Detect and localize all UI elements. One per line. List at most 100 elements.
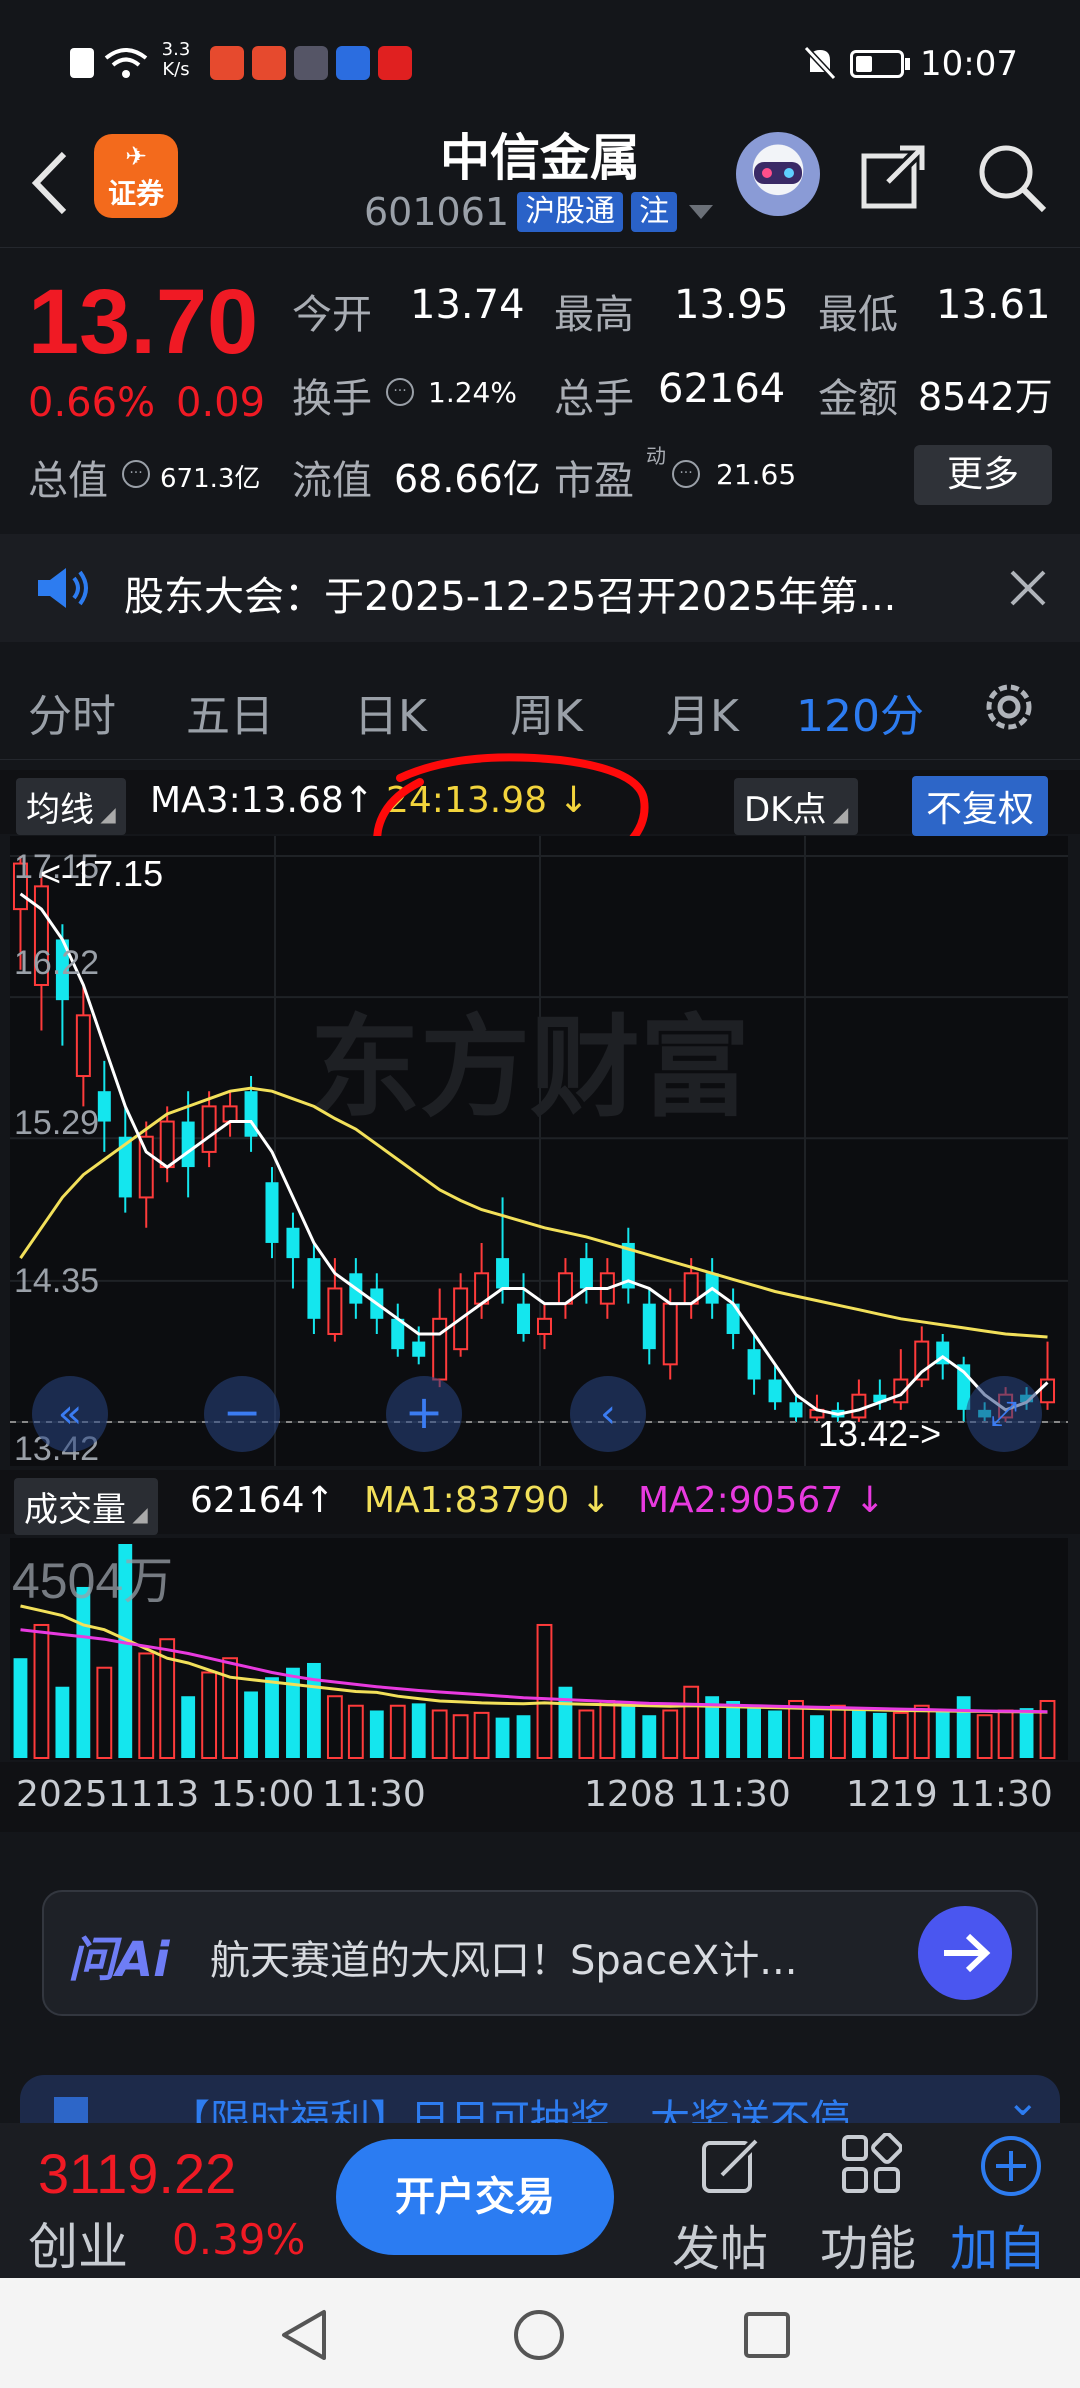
volume-bar-down bbox=[768, 1710, 782, 1758]
volume-bar-down bbox=[76, 1586, 91, 1758]
mute-icon bbox=[803, 45, 837, 81]
volume-bar-down bbox=[872, 1712, 887, 1758]
net-speed: 3.3 K/s bbox=[158, 40, 194, 80]
nav-recents-icon[interactable] bbox=[742, 2310, 792, 2360]
volume-bar-up bbox=[599, 1699, 616, 1759]
volume-bar-down bbox=[810, 1715, 824, 1758]
ai-send-button[interactable] bbox=[918, 1906, 1012, 2000]
candle-down bbox=[97, 1091, 111, 1122]
post-label[interactable]: 发帖 bbox=[672, 2209, 768, 2279]
volume-label: 总手 bbox=[554, 376, 634, 422]
share-icon[interactable] bbox=[858, 140, 930, 212]
promo-icon bbox=[54, 2097, 88, 2123]
more-button[interactable]: 更多 bbox=[914, 445, 1052, 505]
stock-code: 601061 bbox=[364, 190, 510, 234]
volume-bar-down bbox=[558, 1686, 573, 1758]
robot-assistant-icon[interactable] bbox=[736, 132, 820, 216]
tab-monthly-k[interactable]: 月K bbox=[666, 680, 739, 744]
info-icon[interactable]: ··· bbox=[386, 378, 414, 406]
notice-banner[interactable]: 股东大会：于2025-12-25召开2025年第... bbox=[0, 534, 1080, 642]
promo-collapse-icon[interactable]: ⌄ bbox=[1006, 2079, 1040, 2123]
app-icon-1 bbox=[210, 46, 244, 80]
nav-back-icon[interactable] bbox=[278, 2308, 330, 2362]
candle-down bbox=[747, 1349, 761, 1380]
volume-bar-up bbox=[683, 1685, 700, 1759]
nav-home-icon[interactable] bbox=[512, 2308, 566, 2362]
volume-max-label: 4504万 bbox=[12, 1553, 173, 1609]
high-value: 13.95 bbox=[674, 282, 789, 328]
tab-five-day[interactable]: 五日 bbox=[186, 680, 274, 744]
edit-post-icon[interactable] bbox=[700, 2135, 762, 2197]
battery-icon bbox=[850, 50, 904, 78]
settings-gear-icon[interactable] bbox=[978, 676, 1040, 738]
notice-text: 股东大会：于2025-12-25召开2025年第... bbox=[124, 574, 897, 620]
ai-assistant-bar[interactable]: 问Ai 航天赛道的大风口！SpaceX计... bbox=[42, 1890, 1038, 2016]
app-icon-4 bbox=[336, 46, 370, 80]
stock-code-row[interactable]: 601061 沪股通 注 bbox=[364, 190, 714, 234]
volume-bar-down bbox=[1019, 1708, 1034, 1758]
promo-strip[interactable]: 【限时福利】日日可抽奖，大奖送不停 ⌄ bbox=[20, 2075, 1060, 2123]
info-icon[interactable]: ··· bbox=[672, 460, 700, 488]
volume-chart[interactable]: 4504万 bbox=[10, 1538, 1068, 1760]
ma-type-dropdown[interactable]: 均线 ◢ bbox=[16, 778, 126, 835]
volume-bar-up bbox=[913, 1704, 930, 1760]
y-label-4: 14.35 bbox=[14, 1262, 99, 1300]
volume-number: 62164 bbox=[190, 1480, 305, 1521]
add-watchlist-label[interactable]: 加自 bbox=[950, 2209, 1046, 2279]
volume-bar-down bbox=[726, 1700, 741, 1758]
candle-down bbox=[517, 1303, 531, 1334]
volume-bar-up bbox=[892, 1711, 909, 1760]
kline-chart[interactable]: 东方财富 17.15 16.22 15.29 14.35 13.42 <-17.… bbox=[10, 836, 1068, 1468]
volume-bar-up bbox=[389, 1704, 406, 1760]
function-label[interactable]: 功能 bbox=[820, 2209, 916, 2279]
volume-bar-up bbox=[201, 1671, 218, 1760]
info-icon[interactable]: ··· bbox=[122, 460, 150, 488]
dk-point-dropdown[interactable]: DK点 ◢ bbox=[734, 778, 859, 835]
index-name[interactable]: 创业 bbox=[28, 2207, 128, 2279]
vol-ma2-arrow: ↓ bbox=[854, 1480, 885, 1521]
volume-bar-up bbox=[431, 1709, 448, 1759]
function-grid-icon[interactable] bbox=[840, 2133, 902, 2195]
add-watchlist-icon[interactable] bbox=[978, 2133, 1044, 2199]
candle-up bbox=[536, 1317, 552, 1335]
ma3-value: MA3:13.68↑ bbox=[150, 780, 374, 821]
close-icon[interactable] bbox=[1008, 568, 1048, 608]
volume-bar-up bbox=[830, 1704, 846, 1760]
stock-header: ✈ 证券 中信金属 601061 沪股通 注 bbox=[0, 129, 1080, 248]
volume-type-dropdown[interactable]: 成交量 ◢ bbox=[14, 1478, 158, 1535]
pe-dynamic-sup: 动 bbox=[646, 444, 666, 468]
scroll-left-button[interactable]: ‹ bbox=[570, 1376, 646, 1452]
scroll-left-fast-button[interactable]: « bbox=[32, 1376, 108, 1452]
notification-icon bbox=[70, 48, 94, 78]
volume-bar-down bbox=[851, 1710, 866, 1758]
zoom-out-button[interactable]: − bbox=[204, 1376, 280, 1452]
adjust-button[interactable]: 不复权 bbox=[912, 776, 1049, 836]
search-icon[interactable] bbox=[974, 140, 1048, 214]
status-bar: 3.3 K/s 10:07 bbox=[0, 0, 1080, 130]
float-cap-label: 流值 bbox=[292, 458, 372, 504]
fullscreen-button[interactable]: ⤢ bbox=[966, 1376, 1042, 1452]
candle-up bbox=[159, 1120, 175, 1169]
arrow-right-icon bbox=[944, 1933, 991, 1973]
wifi-icon bbox=[104, 48, 148, 78]
candle-up bbox=[201, 1105, 217, 1153]
tab-intraday[interactable]: 分时 bbox=[28, 680, 116, 744]
candle-down bbox=[768, 1379, 782, 1403]
open-label: 今开 bbox=[292, 292, 372, 338]
candle-up bbox=[138, 1135, 154, 1199]
open-account-trade-button[interactable]: 开户交易 bbox=[336, 2139, 614, 2255]
volume-bar-down bbox=[516, 1715, 531, 1758]
candle-down bbox=[265, 1182, 279, 1243]
volume-bar-up bbox=[536, 1623, 553, 1759]
volume-bar-up bbox=[347, 1704, 364, 1760]
vol-ma2-value: MA2:90567 ↓ bbox=[638, 1480, 885, 1521]
change-amount: 0.09 bbox=[176, 380, 266, 426]
volume-bar-up bbox=[997, 1709, 1014, 1759]
dk-label: DK点 bbox=[744, 790, 827, 830]
volume-bar-up bbox=[1039, 1699, 1056, 1759]
bottom-toolbar: 3119.22 创业 0.39% 开户交易 发帖 功能 加自 bbox=[0, 2123, 1080, 2278]
zoom-in-button[interactable]: + bbox=[386, 1376, 462, 1452]
index-value[interactable]: 3119.22 bbox=[38, 2141, 236, 2206]
tab-120min[interactable]: 120分 bbox=[796, 680, 924, 744]
promo-text: 【限时福利】日日可抽奖，大奖送不停 bbox=[170, 2097, 850, 2123]
